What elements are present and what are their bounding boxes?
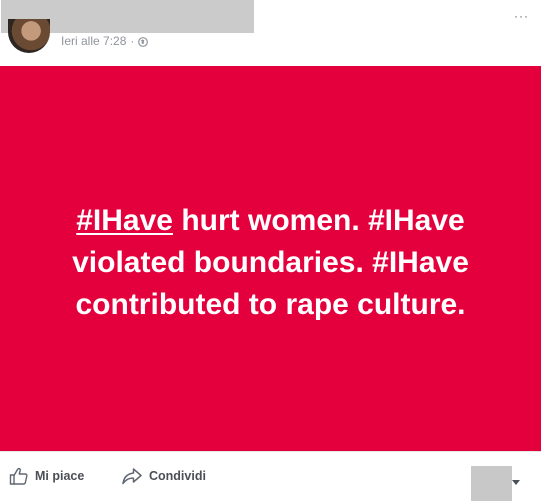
hashtag-link[interactable]: #IHave — [76, 204, 173, 237]
action-bar: Mi piace Condividi — [0, 451, 541, 501]
post-timestamp[interactable]: Ieri alle 7:28 — [61, 34, 126, 48]
globe-icon — [138, 36, 149, 47]
meta-separator: · — [130, 34, 135, 48]
avatar[interactable] — [8, 19, 50, 53]
post-meta: Ieri alle 7:28 · — [61, 34, 149, 48]
share-label: Condividi — [149, 469, 206, 483]
post-text: #IHave hurt women. #IHave violated bound… — [41, 200, 501, 326]
text-post-card: #IHave hurt women. #IHave violated bound… — [0, 66, 541, 451]
like-label: Mi piace — [35, 469, 85, 483]
share-arrow-icon — [122, 468, 142, 485]
chevron-down-icon[interactable] — [512, 480, 520, 485]
like-button[interactable]: Mi piace — [9, 467, 84, 485]
redacted-reaction-selector[interactable] — [471, 466, 512, 501]
facebook-post: Ieri alle 7:28 · ··· #IHave hurt women. … — [0, 0, 541, 501]
share-button[interactable]: Condividi — [121, 467, 206, 485]
more-options-icon[interactable]: ··· — [514, 10, 529, 22]
thumbs-up-icon — [9, 467, 28, 485]
